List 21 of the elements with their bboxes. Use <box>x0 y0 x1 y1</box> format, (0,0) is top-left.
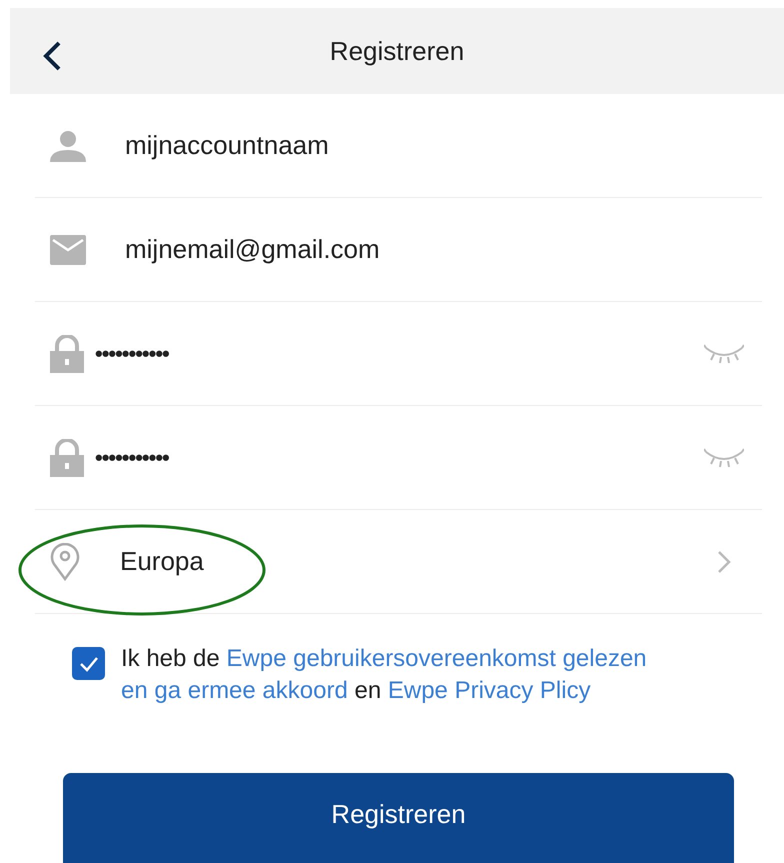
email-field[interactable]: mijnemail@gmail.com <box>125 234 762 266</box>
agreement-text: Ik heb de Ewpe gebruikersovereenkomst gelezen en ga ermee akkoord en Ewpe Privacy Plicy <box>121 644 648 706</box>
envelope-icon <box>50 234 86 265</box>
chevron-right-icon[interactable] <box>716 550 732 574</box>
agreement-checkbox[interactable] <box>72 647 105 680</box>
region-selector[interactable]: Europa <box>120 546 716 578</box>
page-title: Registreren <box>330 36 464 67</box>
closed-eye-icon[interactable] <box>704 448 744 468</box>
person-icon <box>50 130 86 162</box>
agreement-link[interactable]: Ewpe gebruikersovereenkomst gelezen <box>226 645 647 672</box>
checkmark-icon <box>78 656 98 672</box>
register-button[interactable]: Registreren <box>63 773 734 863</box>
agreement-link[interactable]: Ewpe Privacy Plicy <box>388 677 591 704</box>
lock-icon <box>50 334 84 373</box>
closed-eye-icon[interactable] <box>704 344 744 364</box>
username-field[interactable]: mijnaccountnaam <box>125 130 762 162</box>
agreement-link[interactable]: en ga ermee akkoord <box>121 677 348 704</box>
password-field[interactable]: ••••••••••• <box>95 444 704 471</box>
password-field[interactable]: ••••••••••• <box>95 340 704 367</box>
lock-icon <box>50 438 84 477</box>
location-pin-icon <box>50 542 80 581</box>
